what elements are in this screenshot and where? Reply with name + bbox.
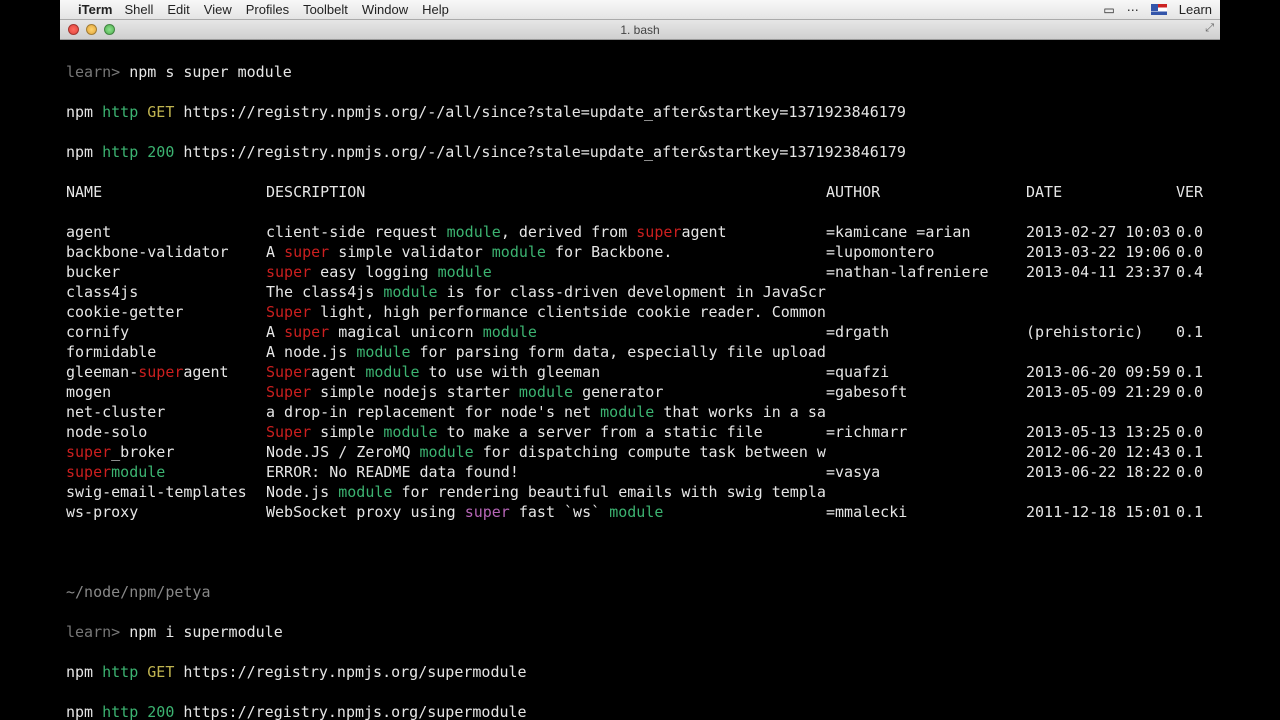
menu-window[interactable]: Window (362, 2, 408, 17)
window-title: 1. bash (620, 23, 659, 37)
menu-help[interactable]: Help (422, 2, 449, 17)
window-titlebar: 1. bash ⤢ (60, 20, 1220, 40)
display-icon[interactable]: ▭ (1103, 3, 1114, 17)
cwd: ~/node/npm/petya (66, 582, 1214, 602)
prompt-line: learn> npm i supermodule (66, 622, 1214, 642)
terminal[interactable]: learn> npm s super module npm http GET h… (60, 40, 1220, 720)
col-ver: VER (1176, 182, 1216, 202)
menu-edit[interactable]: Edit (167, 2, 189, 17)
table-row: formidableA node.js module for parsing f… (66, 342, 1214, 362)
col-date: DATE (1026, 182, 1176, 202)
table-row: net-clustera drop-in replacement for nod… (66, 402, 1214, 422)
table-row: node-soloSuper simple module to make a s… (66, 422, 1214, 442)
table-row: class4jsThe class4js module is for class… (66, 282, 1214, 302)
menu-profiles[interactable]: Profiles (246, 2, 289, 17)
col-name: NAME (66, 182, 266, 202)
flag-icon[interactable] (1151, 4, 1167, 15)
close-icon[interactable] (68, 24, 79, 35)
table-row: ws-proxyWebSocket proxy using super fast… (66, 502, 1214, 522)
zoom-icon[interactable] (104, 24, 115, 35)
table-row: swig-email-templatesNode.js module for r… (66, 482, 1214, 502)
minimize-icon[interactable] (86, 24, 97, 35)
table-row: buckersuper easy logging module=nathan-l… (66, 262, 1214, 282)
npm-http-200: npm http 200 https://registry.npmjs.org/… (66, 142, 1214, 162)
table-row: cornifyA super magical unicorn module=dr… (66, 322, 1214, 342)
menu-toolbelt[interactable]: Toolbelt (303, 2, 348, 17)
table-row: cookie-getterSuper light, high performan… (66, 302, 1214, 322)
menu-learn[interactable]: Learn (1179, 2, 1212, 17)
col-author: AUTHOR (826, 182, 1026, 202)
traffic-lights (68, 24, 115, 35)
app-name[interactable]: iTerm (78, 2, 112, 17)
npm-http-get: npm http GET https://registry.npmjs.org/… (66, 102, 1214, 122)
table-row: super_brokerNode.JS / ZeroMQ module for … (66, 442, 1214, 462)
table-row: supermoduleERROR: No README data found!=… (66, 462, 1214, 482)
menu-shell[interactable]: Shell (124, 2, 153, 17)
prompt-line: learn> npm s super module (66, 62, 1214, 82)
table-row: mogenSuper simple nodejs starter module … (66, 382, 1214, 402)
col-desc: DESCRIPTION (266, 182, 826, 202)
expand-icon[interactable]: ⤢ (1205, 22, 1214, 35)
overflow-icon[interactable]: ⋯ (1127, 3, 1139, 17)
table-row: agentclient-side request module, derived… (66, 222, 1214, 242)
table-row: gleeman-superagentSuperagent module to u… (66, 362, 1214, 382)
table-row: backbone-validatorA super simple validat… (66, 242, 1214, 262)
search-table-body: agentclient-side request module, derived… (66, 222, 1214, 522)
macos-menubar: iTerm Shell Edit View Profiles Toolbelt … (60, 0, 1220, 20)
menu-view[interactable]: View (204, 2, 232, 17)
search-table-header: NAME DESCRIPTION AUTHOR DATE VER (66, 182, 1214, 202)
